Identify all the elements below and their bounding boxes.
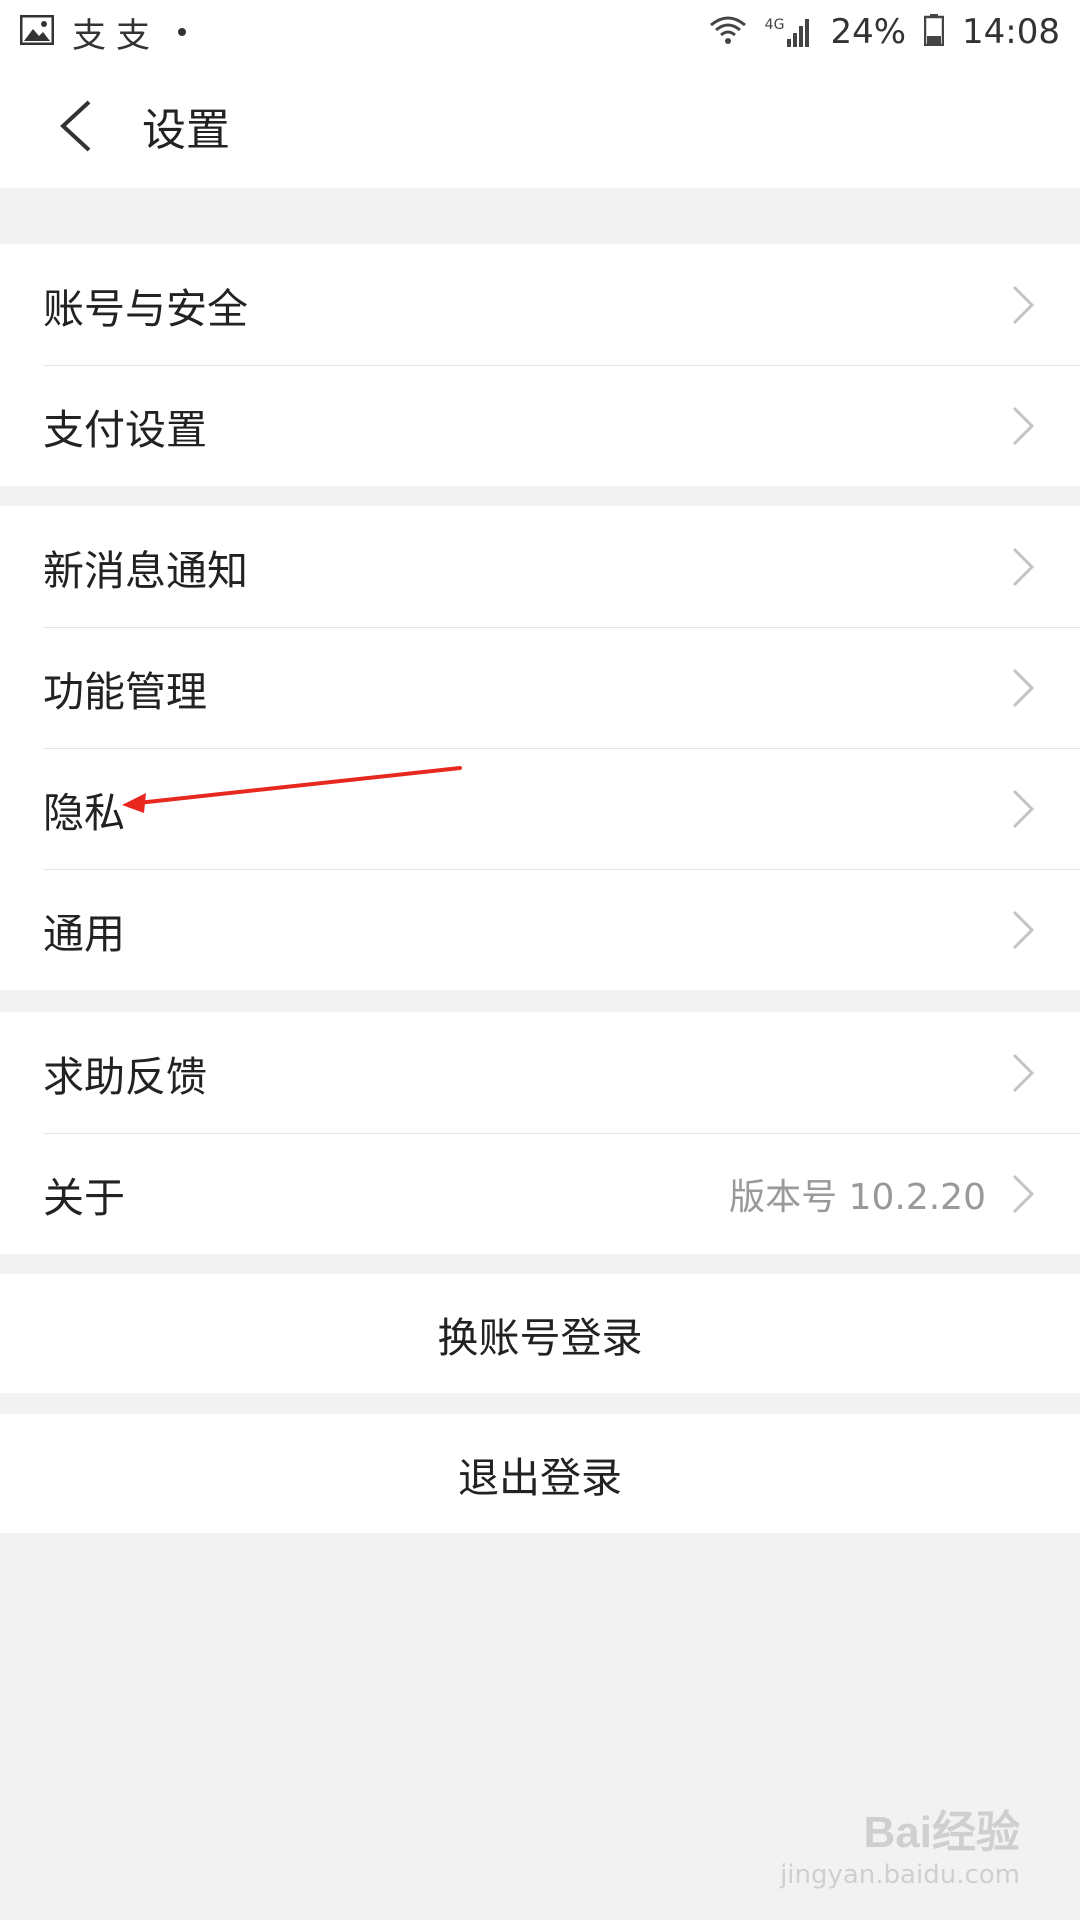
settings-group-general: 新消息通知 功能管理 隐私 通用 bbox=[0, 506, 1080, 990]
chevron-right-icon bbox=[1012, 668, 1035, 707]
back-button[interactable] bbox=[30, 81, 120, 171]
signal-icon: 4G bbox=[765, 17, 813, 47]
battery-percent: 24% bbox=[830, 12, 907, 52]
chevron-right-icon bbox=[1012, 1053, 1035, 1092]
gallery-notification-icon bbox=[19, 14, 55, 49]
status-bar: 支支 4G 24% 14:08 bbox=[0, 0, 1080, 64]
notification-dot bbox=[178, 28, 186, 36]
logout-label: 退出登录 bbox=[458, 1453, 622, 1502]
settings-item-privacy[interactable]: 隐私 bbox=[0, 748, 1080, 869]
item-label: 关于 bbox=[43, 1173, 125, 1222]
item-label: 账号与安全 bbox=[43, 284, 248, 333]
settings-item-notifications[interactable]: 新消息通知 bbox=[0, 506, 1080, 627]
watermark: Bai经验 jingyan.baidu.com bbox=[780, 1796, 1020, 1890]
chevron-right-icon bbox=[1012, 1174, 1035, 1213]
item-label: 新消息通知 bbox=[43, 546, 248, 595]
watermark-url: jingyan.baidu.com bbox=[780, 1860, 1020, 1890]
chevron-right-icon bbox=[1012, 910, 1035, 949]
settings-group-account: 账号与安全 支付设置 bbox=[0, 244, 1080, 486]
clock: 14:08 bbox=[962, 12, 1060, 52]
settings-item-feedback[interactable]: 求助反馈 bbox=[0, 1012, 1080, 1133]
battery-icon bbox=[923, 14, 945, 50]
carrier-text: 支支 bbox=[72, 15, 160, 56]
page-title: 设置 bbox=[142, 105, 230, 156]
version-text: 版本号 10.2.20 bbox=[729, 1176, 986, 1218]
logout-button[interactable]: 退出登录 bbox=[0, 1414, 1080, 1533]
item-label: 隐私 bbox=[43, 788, 125, 837]
item-label: 支付设置 bbox=[43, 405, 207, 454]
settings-item-about[interactable]: 关于 版本号 10.2.20 bbox=[0, 1133, 1080, 1254]
chevron-right-icon bbox=[1012, 547, 1035, 586]
settings-item-payment[interactable]: 支付设置 bbox=[0, 365, 1080, 486]
wifi-icon bbox=[709, 15, 747, 49]
settings-group-help: 求助反馈 关于 版本号 10.2.20 bbox=[0, 1012, 1080, 1254]
item-label: 功能管理 bbox=[43, 667, 207, 716]
watermark-logo: Bai经验 bbox=[863, 1808, 1020, 1857]
item-label: 求助反馈 bbox=[43, 1052, 207, 1101]
nav-header: 设置 bbox=[0, 64, 1080, 188]
network-type: 4G bbox=[764, 17, 785, 33]
settings-item-features[interactable]: 功能管理 bbox=[0, 627, 1080, 748]
chevron-right-icon bbox=[1012, 285, 1035, 324]
chevron-right-icon bbox=[1012, 406, 1035, 445]
settings-item-account-security[interactable]: 账号与安全 bbox=[0, 244, 1080, 365]
back-arrow-icon bbox=[60, 100, 91, 152]
item-label: 通用 bbox=[43, 909, 125, 958]
chevron-right-icon bbox=[1012, 789, 1035, 828]
settings-item-general[interactable]: 通用 bbox=[0, 869, 1080, 990]
switch-account-button[interactable]: 换账号登录 bbox=[0, 1274, 1080, 1393]
switch-account-label: 换账号登录 bbox=[437, 1313, 643, 1362]
